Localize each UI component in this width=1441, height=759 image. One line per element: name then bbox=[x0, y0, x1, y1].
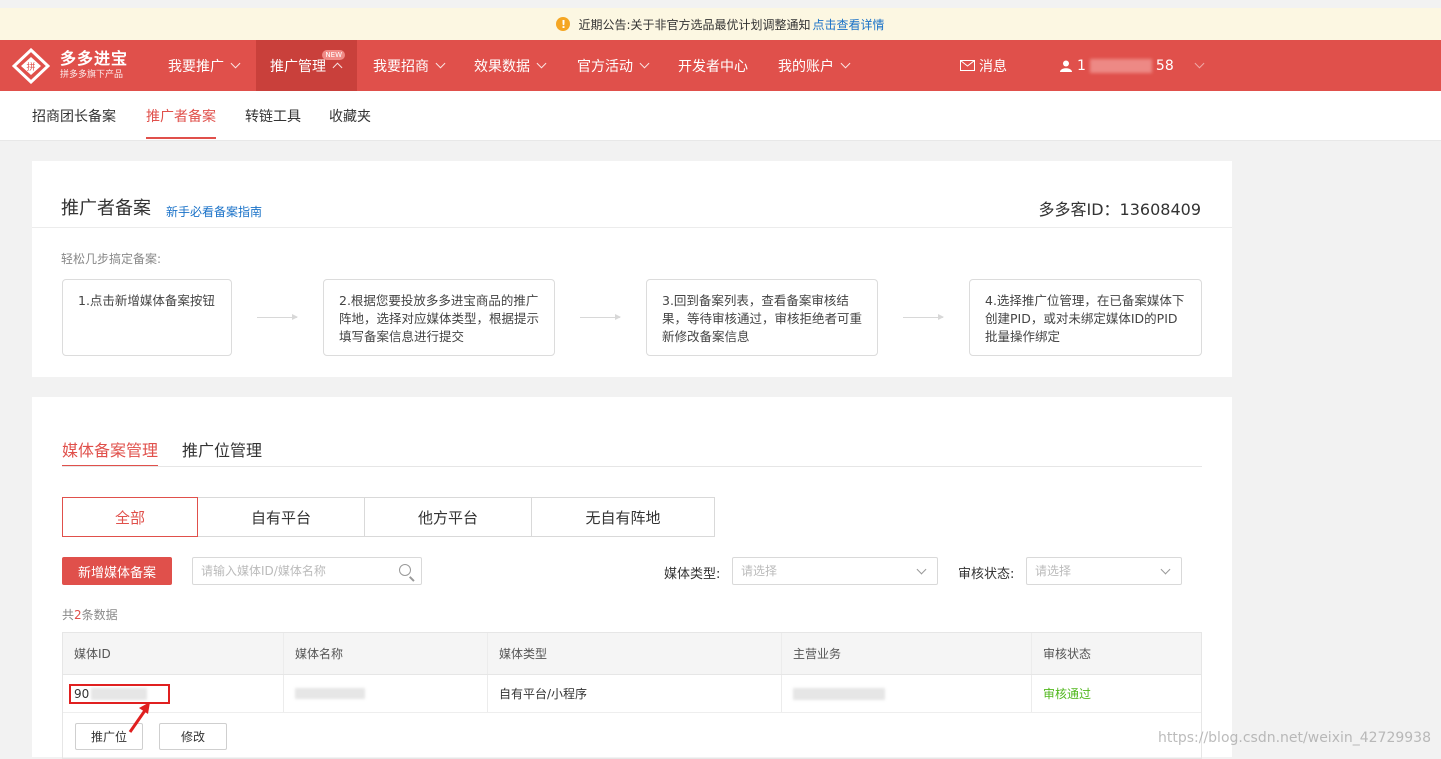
edit-button[interactable]: 修改 bbox=[159, 723, 227, 750]
column-header: 媒体ID bbox=[63, 633, 284, 674]
nav-item-label: 推广管理 bbox=[270, 58, 326, 75]
media-type-select[interactable]: 请选择 bbox=[732, 557, 938, 585]
media-type-placeholder: 请选择 bbox=[741, 564, 778, 578]
row-actions: 推广位 修改 bbox=[63, 713, 1201, 758]
beginner-guide-link[interactable]: 新手必看备案指南 bbox=[166, 203, 262, 220]
column-header: 审核状态 bbox=[1043, 647, 1092, 661]
chevron-down-icon bbox=[639, 58, 650, 69]
user-menu[interactable]: 1 58 bbox=[1060, 40, 1205, 91]
new-badge: NEW bbox=[322, 50, 345, 60]
promoter-record-card: 推广者备案 新手必看备案指南 多多客ID：13608409 轻松几步搞定备案: … bbox=[32, 161, 1232, 377]
announcement-detail-link[interactable]: 点击查看详情 bbox=[813, 16, 885, 33]
nav-item-label: 效果数据 bbox=[474, 58, 530, 75]
filter-own-platform[interactable]: 自有平台 bbox=[197, 497, 365, 537]
step-card: 4.选择推广位管理，在已备案媒体下创建PID，或对未绑定媒体ID的PID批量操作… bbox=[969, 279, 1202, 356]
arrow-right-icon bbox=[903, 314, 944, 320]
tab-media-record-management[interactable]: 媒体备案管理 bbox=[62, 437, 159, 467]
subnav-merchant-leader-record[interactable]: 招商团长备案 bbox=[32, 91, 116, 140]
chevron-down-icon bbox=[435, 58, 446, 69]
nav-item-my-account[interactable]: 我的账户 bbox=[778, 40, 851, 91]
step-card: 2.根据您要投放多多进宝商品的推广阵地，选择对应媒体类型，根据提示填写备案信息进… bbox=[323, 279, 555, 356]
column-header: 媒体名称 bbox=[284, 633, 488, 674]
user-icon bbox=[1060, 60, 1072, 72]
arrow-right-icon bbox=[257, 314, 298, 320]
step-card: 1.点击新增媒体备案按钮 bbox=[62, 279, 232, 356]
subnav-favorites[interactable]: 收藏夹 bbox=[329, 91, 371, 140]
logo-subtitle: 拼多多旗下产品 bbox=[60, 70, 124, 80]
announcement-text: 近期公告:关于非官方选品最优计划调整通知 bbox=[578, 17, 811, 32]
arrow-right-icon bbox=[580, 314, 621, 320]
media-name-cell bbox=[284, 675, 488, 712]
search-icon[interactable] bbox=[399, 564, 411, 576]
review-status-select[interactable]: 请选择 bbox=[1026, 557, 1182, 585]
svg-text:拼: 拼 bbox=[26, 61, 35, 73]
media-record-card: 媒体备案管理 推广位管理 全部 自有平台 他方平台 无自有阵地 新增媒体备案 媒… bbox=[32, 397, 1232, 759]
page-title: 推广者备案 bbox=[61, 198, 151, 219]
nav-item-performance-data[interactable]: 效果数据 bbox=[474, 40, 547, 91]
media-type-cell: 自有平台/小程序 bbox=[488, 675, 782, 712]
logo-title: 多多进宝 bbox=[60, 49, 129, 68]
review-status-placeholder: 请选择 bbox=[1035, 564, 1072, 578]
column-header: 主营业务 bbox=[782, 633, 1032, 674]
review-status-label: 审核状态: bbox=[958, 567, 1015, 582]
messages-button[interactable]: 消息 bbox=[960, 40, 1007, 91]
filter-third-party-platform[interactable]: 他方平台 bbox=[364, 497, 532, 537]
step-card: 3.回到备案列表，查看备案审核结果，等待审核通过，审核拒绝者可重新修改备案信息 bbox=[646, 279, 878, 356]
main-business-cell bbox=[782, 675, 1032, 712]
tabs-divider bbox=[62, 466, 1202, 467]
nav-item-official-events[interactable]: 官方活动 bbox=[577, 40, 650, 91]
media-search bbox=[192, 557, 422, 585]
messages-label: 消息 bbox=[979, 58, 1007, 75]
mail-icon bbox=[960, 60, 975, 71]
red-arrow-annotation bbox=[128, 702, 150, 733]
user-id-redacted bbox=[1089, 58, 1152, 73]
logo-icon: 拼 bbox=[12, 48, 50, 84]
duoduo-id: 多多客ID：13608409 bbox=[1038, 200, 1201, 219]
steps-label: 轻松几步搞定备案: bbox=[61, 252, 162, 266]
subnav-link-converter[interactable]: 转链工具 bbox=[245, 91, 301, 140]
column-header: 媒体类型 bbox=[488, 633, 782, 674]
nav-item-promote[interactable]: 我要推广 bbox=[168, 40, 241, 91]
nav-item-label: 我要招商 bbox=[373, 58, 429, 75]
announcement-bar: ! 近期公告:关于非官方选品最优计划调整通知 点击查看详情 bbox=[0, 8, 1441, 40]
add-media-record-button[interactable]: 新增媒体备案 bbox=[62, 557, 172, 585]
warning-icon: ! bbox=[556, 17, 571, 31]
chevron-down-icon bbox=[536, 58, 547, 69]
filter-no-own-channel[interactable]: 无自有阵地 bbox=[531, 497, 715, 537]
media-name-redacted bbox=[295, 688, 365, 699]
table-row: 90 自有平台/小程序 审核通过 bbox=[63, 675, 1201, 713]
top-nav: 拼 多多进宝 拼多多旗下产品 我要推广 推广管理 NEW 我要招商 效果数据 官… bbox=[0, 40, 1441, 91]
main-business-redacted bbox=[793, 687, 885, 700]
user-id-prefix: 1 bbox=[1077, 57, 1086, 74]
tab-promotion-slot-management[interactable]: 推广位管理 bbox=[182, 437, 262, 461]
chevron-down-icon bbox=[230, 58, 241, 69]
chevron-down-icon bbox=[916, 564, 927, 575]
subnav-promoter-record[interactable]: 推广者备案 bbox=[146, 91, 216, 140]
nav-item-developer-center[interactable]: 开发者中心 bbox=[678, 40, 748, 91]
nav-item-label: 我的账户 bbox=[778, 58, 834, 75]
nav-item-label: 官方活动 bbox=[577, 58, 633, 75]
record-count: 共2条数据 bbox=[62, 608, 118, 622]
logo[interactable]: 拼 多多进宝 拼多多旗下产品 bbox=[12, 48, 128, 84]
media-type-label: 媒体类型: bbox=[664, 567, 721, 582]
review-status-cell: 审核通过 bbox=[1043, 687, 1092, 701]
chevron-down-icon bbox=[1160, 564, 1171, 575]
chevron-down-icon bbox=[1194, 58, 1205, 69]
divider bbox=[32, 227, 1232, 228]
nav-item-promotion-management[interactable]: 推广管理 NEW bbox=[256, 40, 357, 91]
sub-nav: 招商团长备案 推广者备案 转链工具 收藏夹 bbox=[0, 91, 1441, 141]
chevron-up-icon bbox=[332, 62, 343, 72]
nav-item-label: 我要推广 bbox=[168, 58, 224, 75]
nav-item-merchants[interactable]: 我要招商 bbox=[373, 40, 446, 91]
media-search-input[interactable] bbox=[193, 558, 399, 584]
media-table: 媒体ID 媒体名称 媒体类型 主营业务 审核状态 90 自有平台/小程序 审核通… bbox=[62, 632, 1202, 759]
chevron-down-icon bbox=[840, 58, 851, 69]
table-header: 媒体ID 媒体名称 媒体类型 主营业务 审核状态 bbox=[63, 633, 1201, 675]
nav-item-label: 开发者中心 bbox=[678, 58, 748, 75]
user-id-suffix: 58 bbox=[1155, 57, 1174, 74]
watermark: https://blog.csdn.net/weixin_42729938 bbox=[1157, 730, 1431, 746]
filter-all[interactable]: 全部 bbox=[62, 497, 198, 537]
